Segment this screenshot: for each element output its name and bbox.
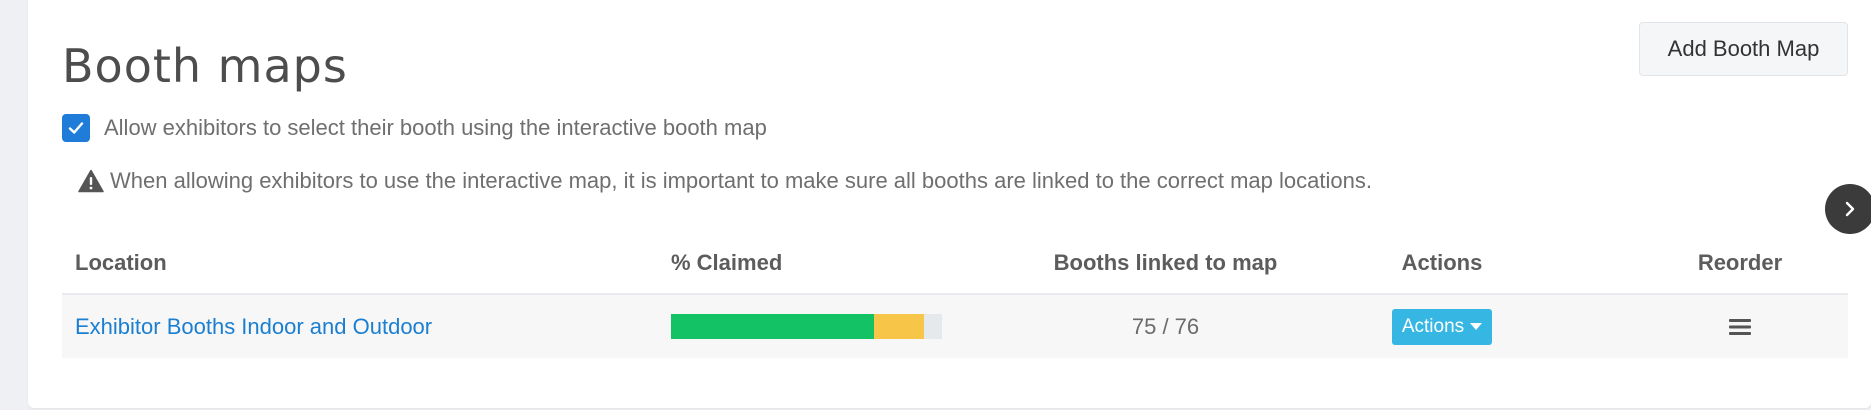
checkmark-icon [68,122,84,134]
table-row: Exhibitor Booths Indoor and Outdoor 75 /… [62,295,1848,358]
allow-exhibitors-checkbox[interactable] [62,114,90,142]
column-header-location: Location [75,250,167,275]
booths-linked-value: 75 / 76 [1131,313,1200,339]
add-booth-map-button[interactable]: Add Booth Map [1639,22,1848,76]
warning-text: When allowing exhibitors to use the inte… [110,168,1372,193]
pending-segment [874,314,925,339]
claimed-progress-bar [671,314,942,339]
caret-down-icon [1470,323,1483,330]
warning-triangle-icon [78,168,106,194]
column-header-booths-linked: Booths linked to map [1053,250,1278,275]
hamburger-icon[interactable] [1728,317,1752,337]
warning-message: When allowing exhibitors to use the inte… [78,166,1372,196]
chevron-right-icon [1845,201,1855,217]
next-panel-button[interactable] [1825,184,1871,234]
booth-maps-table: Location % Claimed Booths linked to map … [62,243,1848,358]
table-header: Location % Claimed Booths linked to map … [62,243,1848,295]
column-header-reorder: Reorder [1697,250,1783,275]
allow-exhibitors-label[interactable]: Allow exhibitors to select their booth u… [104,115,767,141]
column-header-claimed: % Claimed [671,250,783,275]
page-title: Booth maps [62,39,348,93]
claimed-segment [671,314,875,339]
actions-dropdown-button[interactable]: Actions [1391,308,1493,345]
location-link[interactable]: Exhibitor Booths Indoor and Outdoor [75,314,432,340]
column-header-actions: Actions [1401,250,1483,275]
allow-exhibitors-setting: Allow exhibitors to select their booth u… [62,113,767,143]
actions-button-label: Actions [1401,315,1465,337]
